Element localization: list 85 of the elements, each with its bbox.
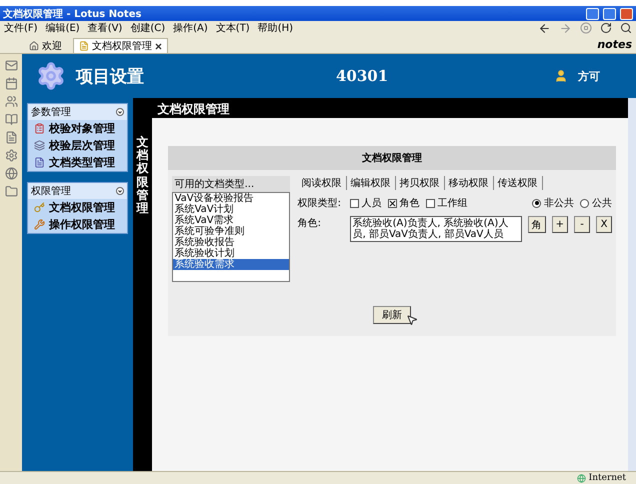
list-item[interactable]: 系统验收需求 <box>172 259 289 270</box>
radio-label: 公共 <box>592 196 612 210</box>
menu-item[interactable]: 文件(F) <box>4 21 38 35</box>
user-icon <box>554 69 568 83</box>
role-button[interactable]: - <box>574 216 590 233</box>
checkbox-label: 工作组 <box>438 197 468 210</box>
list-item[interactable]: 系统VaV计划 <box>172 204 289 215</box>
menu-item[interactable]: 查看(V) <box>88 21 122 35</box>
contacts-icon[interactable] <box>4 95 18 108</box>
role-button[interactable]: 角 <box>528 216 546 233</box>
clipboard-icon <box>34 123 45 134</box>
collapse-icon[interactable] <box>116 108 124 116</box>
radio-label: 非公共 <box>544 196 574 210</box>
globe-icon <box>576 474 586 482</box>
list-item[interactable]: 系统验收计划 <box>172 248 289 259</box>
search-icon[interactable] <box>620 22 632 34</box>
document-icon <box>79 41 89 51</box>
menu-item[interactable]: 帮助(H) <box>258 21 294 35</box>
maximize-button[interactable] <box>603 8 616 20</box>
list-item[interactable]: 系统验收报告 <box>172 237 289 248</box>
document-tab[interactable]: 欢迎 <box>24 38 67 53</box>
close-tab-icon[interactable] <box>155 42 162 50</box>
field-label: 权限类型: <box>298 196 342 210</box>
document-icon[interactable] <box>4 131 18 144</box>
brand-logo: notes <box>597 38 632 50</box>
field-label: 角色: <box>298 217 322 230</box>
folder-icon[interactable] <box>4 185 18 198</box>
status-zone: Internet <box>588 473 626 483</box>
refresh-icon[interactable] <box>600 22 612 34</box>
permission-tab[interactable]: 拷贝权限 <box>396 176 445 190</box>
permission-tab[interactable]: 移动权限 <box>444 176 494 190</box>
menu-item[interactable]: 文本(T) <box>216 21 250 35</box>
panel-title: 文档权限管理 <box>168 146 616 170</box>
list-item[interactable]: 系统VaV需求 <box>172 215 289 226</box>
vertical-title: 文档权限管理 <box>136 136 148 217</box>
checkbox[interactable] <box>426 198 435 208</box>
sidebar-section-title: 参数管理 <box>31 106 71 119</box>
project-code: 40301 <box>336 67 390 85</box>
header-title: 项目设置 <box>76 66 145 88</box>
checkbox[interactable] <box>350 198 359 208</box>
key-icon <box>34 202 45 213</box>
role-button[interactable]: + <box>552 216 568 233</box>
close-button[interactable] <box>620 8 633 20</box>
checkbox-label: 角色 <box>400 197 420 210</box>
menu-item[interactable]: 创建(C) <box>130 21 166 35</box>
permission-tab[interactable]: 编辑权限 <box>346 176 396 190</box>
window-title: 文档权限管理 - Lotus Notes <box>3 8 142 20</box>
layers-icon <box>34 140 45 151</box>
wrench-icon <box>34 219 45 230</box>
radio-button[interactable] <box>532 198 541 208</box>
permission-tab[interactable]: 阅读权限 <box>298 176 347 190</box>
role-button[interactable]: X <box>596 216 612 233</box>
calendar-icon[interactable] <box>4 77 18 90</box>
globe-icon[interactable] <box>4 167 18 180</box>
back-icon[interactable] <box>538 22 551 34</box>
sidebar-item[interactable]: 操作权限管理 <box>28 216 128 233</box>
collapse-icon[interactable] <box>116 187 124 195</box>
sidebar-section-title: 权限管理 <box>31 184 71 198</box>
document-tab[interactable]: 文档权限管理 <box>73 38 168 53</box>
home-icon <box>29 40 39 50</box>
menu-item[interactable]: 编辑(E) <box>46 21 80 35</box>
sidebar-item[interactable]: 文档类型管理 <box>28 154 128 171</box>
refresh-button[interactable]: 刷新 <box>372 306 411 324</box>
radio-button[interactable] <box>580 198 589 208</box>
sidebar-item[interactable]: 校验层次管理 <box>28 137 128 154</box>
page-title: 文档权限管理 <box>152 98 628 118</box>
user-name: 方可 <box>578 68 600 84</box>
list-item[interactable]: 系统可验争准则 <box>172 226 289 237</box>
gear-icon <box>36 61 66 91</box>
cursor-icon <box>406 314 418 326</box>
minimize-button[interactable] <box>586 8 599 20</box>
document-icon <box>34 157 45 168</box>
gear-icon[interactable] <box>4 149 18 162</box>
document-type-list[interactable]: VaV设备校验报告 系统VaV计划 系统VaV需求 系统可验争准则 系统验收报告 系统验收计划 系统验收需求 <box>172 192 290 282</box>
sidebar-item[interactable]: 校验对象管理 <box>28 120 128 137</box>
checkbox[interactable] <box>388 198 397 208</box>
mail-icon[interactable] <box>4 59 18 72</box>
list-item[interactable]: VaV设备校验报告 <box>172 193 289 204</box>
book-icon[interactable] <box>4 113 18 126</box>
sidebar-item[interactable]: 文档权限管理 <box>28 199 128 216</box>
role-field[interactable]: 系统验收(A)负责人, 系统验收(A)人员, 部员VaV负责人, 部员VaV人员 <box>350 216 522 242</box>
list-label: 可用的文档类型... <box>172 176 290 192</box>
checkbox-label: 人员 <box>362 197 382 210</box>
menu-item[interactable]: 操作(A) <box>173 21 208 35</box>
permission-tab[interactable]: 传送权限 <box>494 176 543 190</box>
